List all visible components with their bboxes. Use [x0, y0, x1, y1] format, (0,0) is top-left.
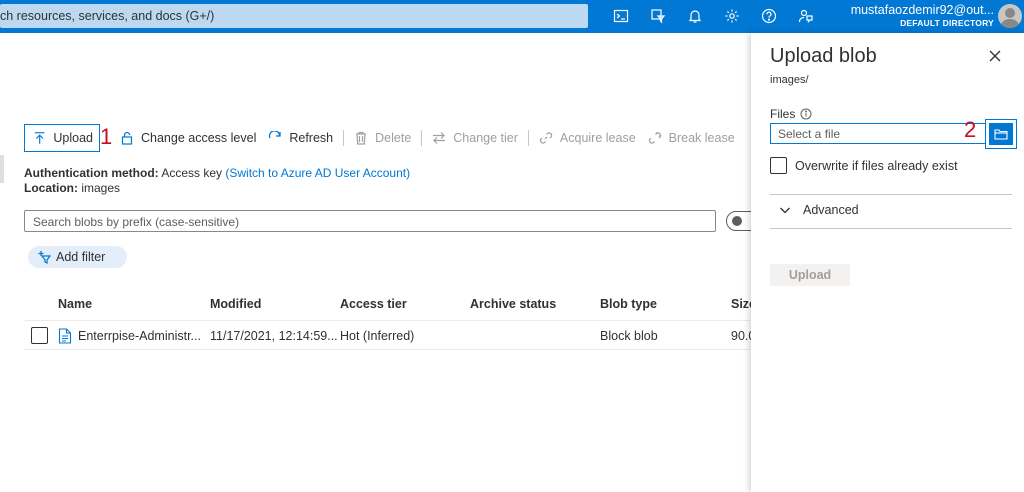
- trash-icon: [356, 131, 367, 145]
- switch-auth-link[interactable]: (Switch to Azure AD User Account): [225, 166, 410, 180]
- acquire-lease-button[interactable]: Acquire lease: [533, 124, 642, 152]
- global-search-text: ch resources, services, and docs (G+/): [0, 9, 215, 23]
- left-edge-marker: [0, 155, 4, 183]
- browse-files-button[interactable]: [985, 119, 1017, 149]
- toolbar-divider: [343, 130, 345, 146]
- global-search-input[interactable]: ch resources, services, and docs (G+/): [0, 4, 588, 28]
- file-select-input[interactable]: Select a file: [770, 123, 988, 144]
- section-divider: [770, 194, 1012, 195]
- change-access-level-button[interactable]: Change access level: [114, 124, 262, 152]
- blob-name[interactable]: Enterrpise-Administr...: [78, 329, 201, 343]
- blob-toolbar: Upload Change access level Refresh Delet…: [24, 124, 741, 152]
- panel-subtitle: images/: [770, 74, 809, 86]
- upload-button[interactable]: Upload: [24, 124, 100, 152]
- toolbar-divider: [527, 130, 529, 146]
- upload-icon: [34, 132, 45, 144]
- column-name[interactable]: Name: [58, 297, 92, 311]
- delete-button[interactable]: Delete: [348, 124, 417, 152]
- change-tier-button[interactable]: Change tier: [426, 124, 524, 152]
- overwrite-label: Overwrite if files already exist: [795, 159, 958, 173]
- location-label: Location:: [24, 181, 78, 195]
- panel-title: Upload blob: [770, 45, 877, 67]
- auth-info: Authentication method: Access key (Switc…: [24, 166, 410, 196]
- directory-filter-icon[interactable]: [649, 7, 667, 25]
- blob-access-tier: Hot (Inferred): [340, 329, 415, 343]
- swap-icon: [433, 132, 446, 144]
- overwrite-checkbox[interactable]: [770, 157, 787, 174]
- auth-method-value: Access key: [161, 166, 223, 180]
- add-filter-button[interactable]: Add filter: [28, 246, 127, 268]
- refresh-button[interactable]: Refresh: [262, 124, 339, 152]
- location-value: images: [81, 181, 121, 195]
- column-access-tier[interactable]: Access tier: [340, 297, 407, 311]
- help-icon[interactable]: [760, 7, 778, 25]
- user-email: mustafaozdemir92@out...: [850, 3, 994, 17]
- top-bar: ch resources, services, and docs (G+/) m…: [0, 0, 1024, 33]
- folder-icon: [989, 123, 1013, 145]
- upload-blob-panel: Upload blob images/ Files Select a file …: [751, 33, 1024, 492]
- blob-search-input[interactable]: Search blobs by prefix (case-sensitive): [24, 210, 716, 232]
- annotation-marker-2: 2: [964, 117, 977, 142]
- user-directory: DEFAULT DIRECTORY: [900, 18, 994, 28]
- break-lease-button[interactable]: Break lease: [642, 124, 741, 152]
- advanced-toggle[interactable]: Advanced: [779, 203, 859, 217]
- broken-link-icon: [648, 132, 661, 144]
- cloud-shell-icon[interactable]: [612, 7, 630, 25]
- row-checkbox[interactable]: [31, 327, 48, 344]
- blob-search-placeholder: Search blobs by prefix (case-sensitive): [33, 215, 240, 229]
- column-modified[interactable]: Modified: [210, 297, 261, 311]
- notifications-icon[interactable]: [686, 7, 704, 25]
- files-label: Files: [770, 107, 796, 121]
- user-account[interactable]: mustafaozdemir92@out... DEFAULT DIRECTOR…: [851, 3, 994, 28]
- blob-modified: 11/17/2021, 12:14:59...: [210, 329, 338, 343]
- chevron-down-icon: [780, 207, 790, 214]
- avatar[interactable]: [998, 4, 1022, 28]
- toolbar-divider: [421, 130, 423, 146]
- panel-upload-button[interactable]: Upload: [770, 264, 850, 286]
- blob-type: Block blob: [600, 329, 658, 343]
- close-icon[interactable]: [987, 48, 1003, 64]
- row-divider: [24, 349, 750, 350]
- file-select-placeholder: Select a file: [778, 127, 841, 141]
- lock-icon: [121, 131, 133, 145]
- column-archive-status[interactable]: Archive status: [470, 297, 556, 311]
- file-icon: [58, 328, 72, 344]
- auth-method-label: Authentication method:: [24, 166, 159, 180]
- info-icon[interactable]: [800, 108, 812, 120]
- section-divider: [770, 228, 1012, 229]
- column-blob-type[interactable]: Blob type: [600, 297, 657, 311]
- header-divider: [24, 320, 750, 321]
- link-icon: [539, 132, 552, 144]
- settings-icon[interactable]: [723, 7, 741, 25]
- annotation-marker-1: 1: [100, 124, 113, 149]
- add-filter-icon: [38, 251, 51, 264]
- refresh-icon: [269, 131, 282, 139]
- feedback-icon[interactable]: [797, 7, 815, 25]
